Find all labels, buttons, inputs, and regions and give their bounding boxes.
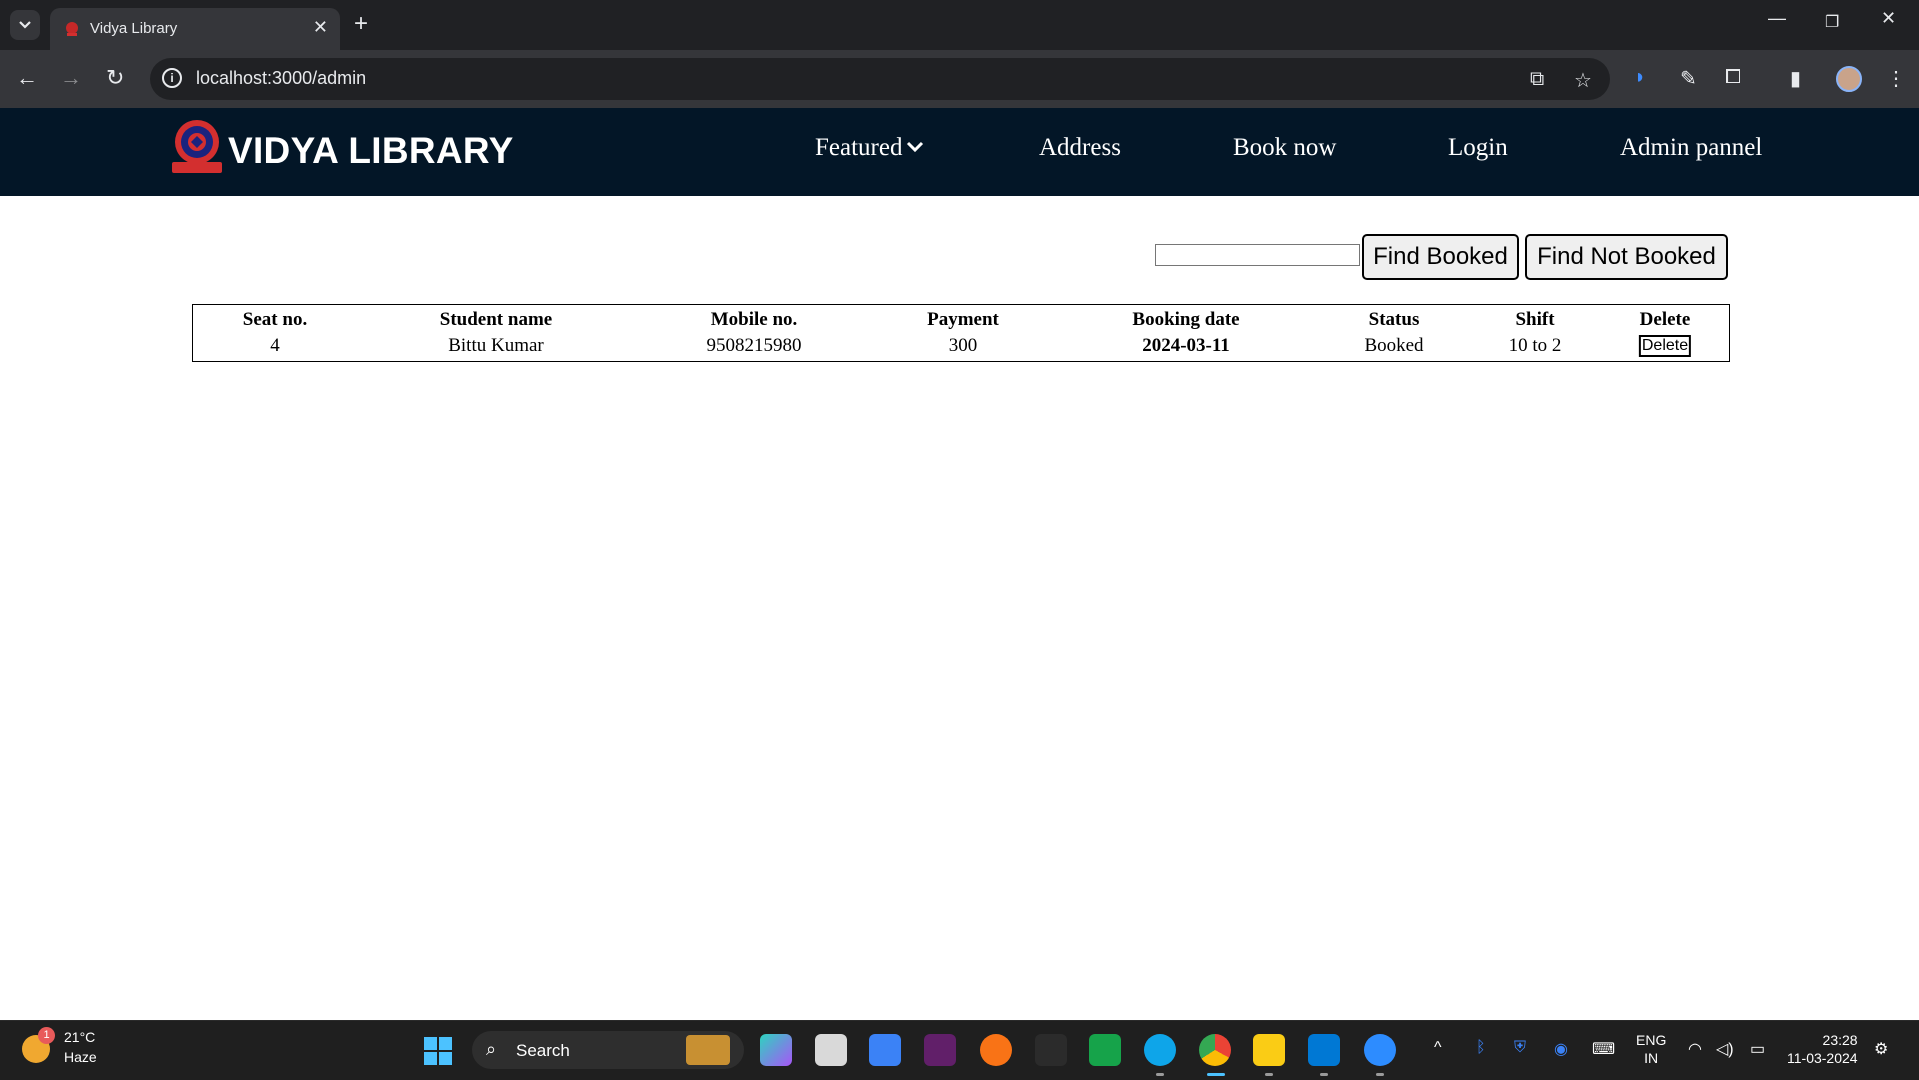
site-info-icon[interactable]: i (162, 68, 182, 88)
star-icon[interactable]: ☆ (1574, 68, 1592, 93)
store-icon[interactable] (869, 1034, 901, 1066)
keyboard-icon[interactable]: ⌨ (1592, 1039, 1615, 1059)
vscode-running-indicator (1320, 1073, 1328, 1076)
notification-icon[interactable]: ⚙ (1874, 1039, 1888, 1059)
search-input[interactable] (1155, 244, 1360, 266)
windows-start-icon[interactable] (424, 1037, 452, 1065)
cell-booking-date: 2024-03-11 (1142, 335, 1230, 356)
nav-admin-panel[interactable]: Admin pannel (1620, 134, 1762, 162)
active-tab[interactable]: Vidya Library ✕ (50, 8, 340, 50)
site-header: VIDYA LIBRARY Featured Address Book now … (0, 108, 1919, 196)
header-status: Status (1368, 309, 1420, 330)
header-booking-date: Booking date (1132, 309, 1240, 330)
slack-icon[interactable] (924, 1034, 956, 1066)
weather-badge: 1 (38, 1027, 55, 1044)
postman-icon[interactable] (980, 1034, 1012, 1066)
edge-running-indicator (1156, 1073, 1164, 1076)
url-text[interactable]: localhost:3000/admin (196, 68, 366, 89)
menu-icon[interactable]: ⋮ (1886, 66, 1906, 91)
chrome-icon[interactable] (1199, 1034, 1231, 1066)
weather-condition[interactable]: Haze (64, 1049, 97, 1065)
nav-login[interactable]: Login (1448, 134, 1508, 162)
back-icon[interactable]: ← (16, 64, 38, 92)
wifi-icon[interactable]: ◠ (1688, 1039, 1702, 1059)
bluetooth-icon[interactable]: ᛒ (1476, 1039, 1486, 1057)
extension-icon[interactable]: ◗ (1634, 66, 1646, 89)
favicon (66, 22, 78, 36)
cell-seat: 4 (270, 335, 280, 356)
install-icon[interactable]: ⧉ (1530, 68, 1544, 91)
header-payment: Payment (927, 309, 999, 330)
find-booked-button[interactable]: Find Booked (1362, 234, 1519, 280)
system-clock[interactable]: 23:28 11-03-2024 (1787, 1031, 1858, 1067)
tray-overflow-icon[interactable]: ^ (1434, 1039, 1442, 1057)
volume-icon[interactable]: ◁) (1716, 1039, 1734, 1059)
browser-toolbar: ← → ↻ i localhost:3000/admin ⧉ ☆ ◗ ✎ ⧠ ▮… (0, 50, 1919, 108)
region-code: IN (1644, 1050, 1659, 1066)
weather-temperature[interactable]: 21°C (64, 1029, 95, 1045)
puzzle-icon[interactable]: ⧠ (1725, 66, 1741, 89)
header-mobile: Mobile no. (710, 309, 798, 330)
cell-student-name: Bittu Kumar (448, 335, 544, 356)
side-panel-icon[interactable]: ▮ (1790, 66, 1801, 91)
chevron-down-icon (907, 141, 924, 153)
zoom-icon[interactable] (1364, 1034, 1396, 1066)
zoom-running-indicator (1376, 1073, 1384, 1076)
hyper-icon[interactable] (1035, 1034, 1067, 1066)
restore-icon[interactable]: ❐ (1825, 12, 1839, 32)
chevron-down-icon (19, 21, 31, 29)
header-seat: Seat no. (242, 309, 308, 330)
minimize-icon[interactable]: — (1768, 8, 1786, 29)
file-explorer-icon[interactable] (1253, 1034, 1285, 1066)
reload-icon[interactable]: ↻ (106, 64, 124, 92)
edge-icon[interactable] (1144, 1034, 1176, 1066)
language-indicator[interactable]: ENG IN (1636, 1031, 1666, 1067)
eyedropper-icon[interactable]: ✎ (1680, 66, 1697, 91)
nav-address[interactable]: Address (1039, 134, 1121, 162)
cell-mobile: 9508215980 (706, 335, 802, 356)
forward-icon[interactable]: → (60, 64, 82, 92)
plus-icon[interactable]: + (354, 10, 368, 38)
zoom-tray-icon[interactable]: ◉ (1554, 1039, 1568, 1059)
find-not-booked-button[interactable]: Find Not Booked (1525, 234, 1728, 280)
taskbar-search[interactable]: ⌕ Search (472, 1031, 744, 1069)
nav-book-now[interactable]: Book now (1233, 134, 1336, 162)
browser-tabstrip: Vidya Library ✕ + — ❐ ✕ (0, 0, 1919, 50)
profile-avatar[interactable] (1836, 66, 1862, 92)
header-shift: Shift (1515, 309, 1555, 330)
library-logo (172, 120, 222, 173)
search-icon: ⌕ (486, 1039, 497, 1059)
clock-time: 23:28 (1822, 1032, 1858, 1048)
taskbar-search-label: Search (516, 1041, 570, 1060)
search-highlight-image (686, 1035, 730, 1065)
delete-button[interactable]: Delete (1638, 335, 1692, 357)
site-brand[interactable]: VIDYA LIBRARY (228, 130, 514, 172)
battery-icon[interactable]: ▭ (1750, 1039, 1765, 1059)
tab-search-button[interactable] (10, 10, 40, 40)
windows-taskbar: 1 21°C Haze ⌕ Search ^ ᛒ ⛨ ◉ ⌨ ENG IN ◠ … (0, 1020, 1919, 1080)
explorer-running-indicator (1265, 1073, 1273, 1076)
header-delete: Delete (1639, 309, 1691, 330)
clock-date: 11-03-2024 (1787, 1050, 1858, 1066)
bookings-table: Seat no. Student name Mobile no. Payment… (192, 304, 1730, 362)
cell-payment: 300 (948, 335, 978, 356)
vscode-icon[interactable] (1308, 1034, 1340, 1066)
vim-icon[interactable] (1089, 1034, 1121, 1066)
cell-shift: 10 to 2 (1508, 335, 1562, 356)
copilot-icon[interactable] (760, 1034, 792, 1066)
header-student-name: Student name (439, 309, 553, 330)
nav-featured-label: Featured (815, 134, 903, 161)
chrome-active-indicator (1207, 1073, 1225, 1076)
cell-status: Booked (1364, 335, 1424, 356)
task-view-icon[interactable] (815, 1034, 847, 1066)
address-bar[interactable]: i localhost:3000/admin ⧉ ☆ (150, 58, 1610, 100)
tab-title: Vidya Library (90, 20, 178, 37)
nav-featured[interactable]: Featured (815, 134, 924, 162)
language-code: ENG (1636, 1032, 1667, 1048)
window-close-icon[interactable]: ✕ (1881, 8, 1896, 29)
close-icon[interactable]: ✕ (313, 17, 328, 38)
security-icon[interactable]: ⛨ (1514, 1039, 1526, 1057)
